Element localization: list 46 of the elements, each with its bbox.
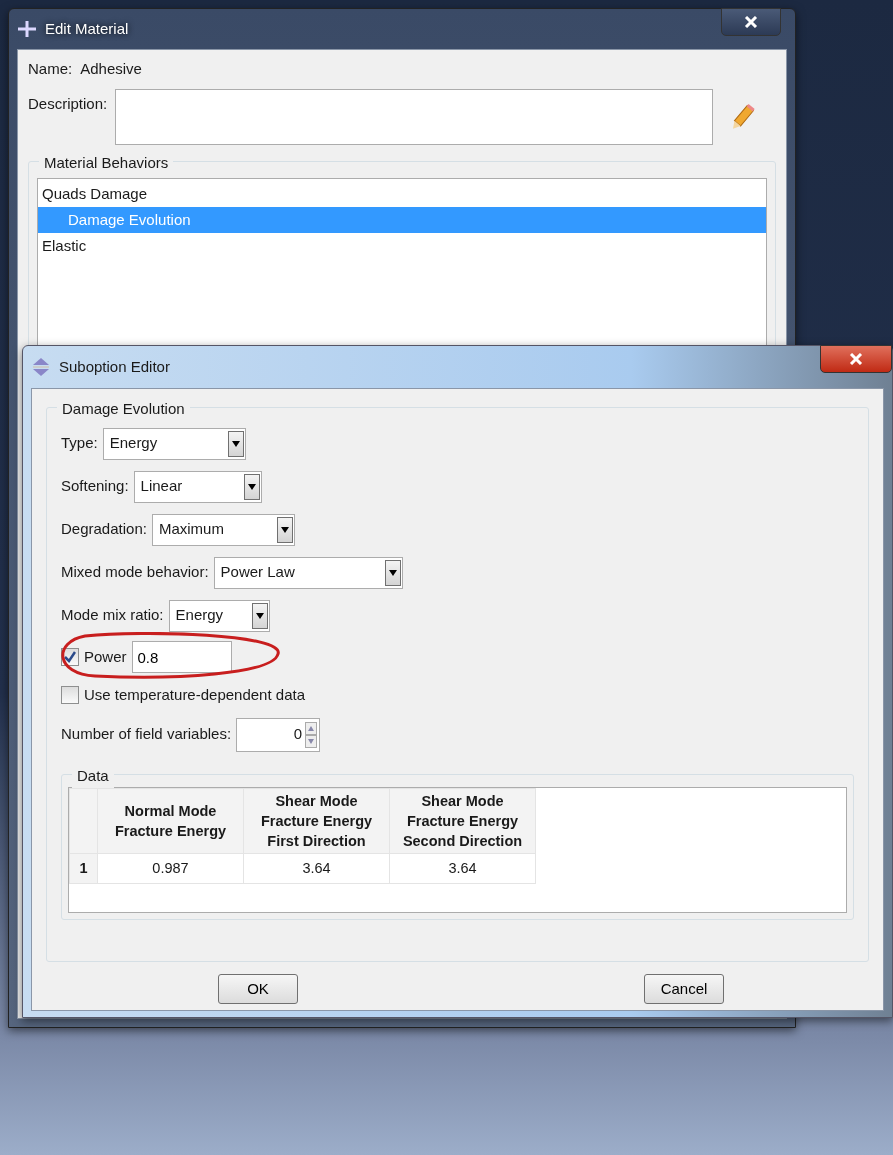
table-cell: 3.64 [389,853,536,884]
description-label: Description: [28,93,108,114]
caret-icon [388,569,397,576]
caret-icon [247,483,256,490]
dropdown-label: Mode mix ratio: [61,605,164,626]
power-label: Power [84,646,127,667]
dropdown[interactable]: Linear [133,470,262,503]
dropdown-label: Mixed mode behavior: [61,562,209,583]
dropdown[interactable]: Power Law [213,556,403,589]
caret-icon [231,440,240,447]
caret-icon [280,526,289,533]
column-header: Shear Mode Fracture Energy Second Direction [389,788,536,854]
list-item[interactable]: Elastic [38,232,766,259]
close-button[interactable] [820,345,892,373]
dropdown[interactable]: Energy [102,427,246,460]
list-item[interactable]: Quads Damage [38,180,766,207]
description-field[interactable] [115,88,714,145]
dropdown[interactable]: Energy [168,599,270,632]
column-header: Shear Mode Fracture Energy First Direction [243,788,390,854]
column-header: Normal Mode Fracture Energy [97,788,244,854]
window-icon [17,19,37,39]
dropdown-label: Softening: [61,476,129,497]
spin-arrows-icon [305,721,318,748]
check-icon [64,651,76,663]
cancel-button[interactable]: Cancel [644,974,724,1004]
close-icon [849,353,863,365]
dropdown[interactable]: Maximum [151,513,295,546]
dropdown-label: Type: [61,433,98,454]
dropdown-label: Degradation: [61,519,147,540]
name-value: Adhesive [80,59,142,79]
close-button[interactable] [721,8,781,36]
field-variables-label: Number of field variables: [61,724,232,745]
window-title: Suboption Editor [59,356,170,377]
name-label: Name: [28,59,73,79]
checkbox-label: Use temperature-dependent data [84,684,305,705]
row-number: 1 [69,853,98,884]
number-spinner[interactable]: 0 [236,717,321,752]
window-icon [31,357,51,377]
ok-button[interactable]: OK [218,974,298,1004]
close-icon [744,16,758,28]
table-cell: 0.987 [97,853,244,884]
checkbox[interactable] [61,686,79,704]
caret-icon [255,612,264,619]
window-title: Edit Material [45,18,129,39]
table-cell: 3.64 [243,853,390,884]
power-field[interactable]: 0.8 [131,641,232,673]
